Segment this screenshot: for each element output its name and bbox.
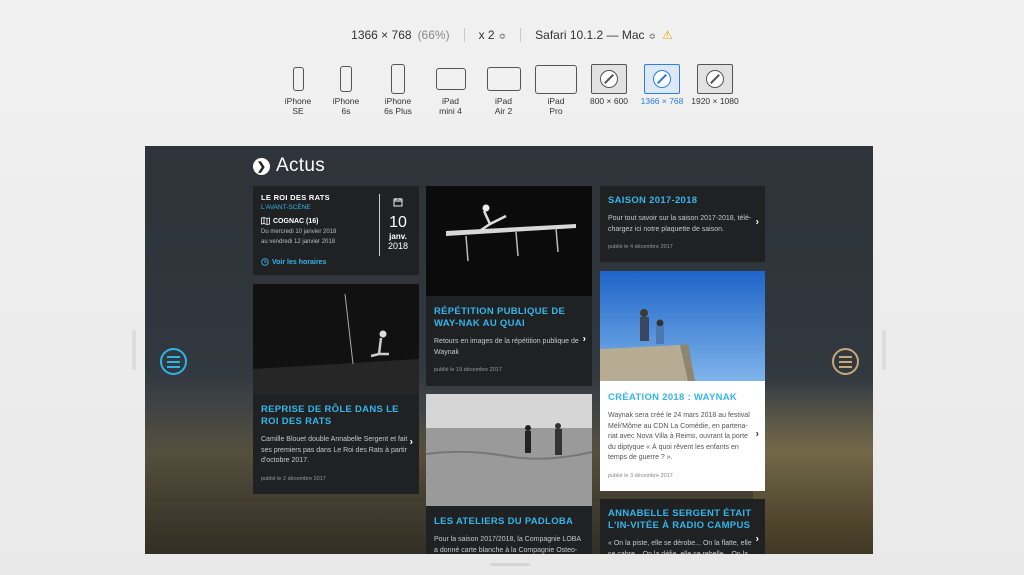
resize-handle-left[interactable]: [132, 330, 136, 370]
news-date: publié le 3 décembre 2017: [608, 472, 673, 479]
news-excerpt: « On la piste, elle se dérobe... On la f…: [608, 540, 752, 554]
chevron-updown-icon: ≎: [498, 31, 507, 41]
news-body: ANNABELLE SERGENT ÉTAIT L'IN-VITÉE À RAD…: [600, 499, 765, 554]
news-image: [600, 271, 765, 381]
device-iphone-6s-plus[interactable]: iPhone 6s Plus: [372, 62, 424, 122]
iphone-icon: [340, 66, 352, 92]
news-image: [426, 186, 592, 296]
ipad-icon: [486, 67, 521, 91]
zoom-percentage: (66%): [417, 28, 450, 42]
news-title: CRÉATION 2018 : WAYNAK: [608, 392, 738, 403]
event-card[interactable]: LE ROI DES RATS L'AVANT-SCÈNE COGNAC (16…: [253, 186, 419, 275]
divider: [379, 194, 380, 256]
ipad-icon: [435, 68, 466, 90]
map-icon: [261, 217, 270, 225]
news-body: SAISON 2017-2018 Pour tout savoir sur la…: [600, 186, 765, 258]
news-excerpt: Pour la saison 2017/2018, la Compagnie L…: [434, 536, 581, 554]
news-excerpt: Waynak sera créé le 24 mars 2018 au fest…: [608, 412, 750, 461]
iphone-icon: [292, 67, 304, 91]
event-date: 10 janv. 2018: [383, 194, 413, 251]
iphone-icon: [391, 64, 405, 94]
responsive-toolbar: 1366 × 768 (66%) x 2 ≎ Safari 10.1.2 — Ma…: [0, 24, 1024, 46]
device-iphone-6s[interactable]: iPhone 6s: [320, 62, 372, 122]
user-agent-select[interactable]: Safari 10.1.2 — Mac ≎: [535, 28, 656, 42]
device-ipad-mini[interactable]: iPad mini 4: [424, 62, 477, 122]
device-ipad-pro[interactable]: iPad Pro: [530, 62, 582, 122]
news-date: publié le 19 décembre 2017: [434, 367, 502, 373]
news-card-reprise[interactable]: REPRISE DE RÔLE DANS LE ROI DES RATS Cam…: [253, 284, 419, 494]
safari-icon: [697, 64, 733, 94]
menu-icon[interactable]: [832, 348, 859, 375]
news-body: RÉPÉTITION PUBLIQUE DE WAY-NAK AU QUAI R…: [426, 296, 592, 381]
news-body: REPRISE DE RÔLE DANS LE ROI DES RATS Cam…: [253, 394, 419, 490]
chevron-updown-icon: ≎: [648, 31, 657, 41]
calendar-icon: [393, 198, 403, 207]
viewport-size: 1366 × 768: [351, 28, 412, 42]
news-card-ateliers[interactable]: LES ATELIERS DU PADLOBA Pour la saison 2…: [426, 394, 592, 554]
arrow-right-icon: ❯: [253, 157, 270, 175]
warning-icon[interactable]: ⚠: [662, 28, 673, 42]
news-body: LES ATELIERS DU PADLOBA Pour la saison 2…: [426, 506, 592, 554]
news-date: publié le 4 décembre 2017: [608, 244, 673, 250]
news-title: LES ATELIERS DU PADLOBA: [434, 516, 574, 527]
ipad-icon: [535, 64, 577, 94]
news-card-creation[interactable]: CRÉATION 2018 : WAYNAK Waynak sera créé …: [600, 271, 765, 491]
news-title: REPRISE DE RÔLE DANS LE ROI DES RATS: [261, 404, 399, 427]
device-ipad-air[interactable]: iPad Air 2: [477, 62, 530, 122]
device-iphone-se[interactable]: iPhone SE: [276, 62, 320, 122]
news-card-repetition[interactable]: RÉPÉTITION PUBLIQUE DE WAY-NAK AU QUAI R…: [426, 186, 592, 386]
divider: [520, 28, 522, 42]
pixel-ratio-select[interactable]: x 2 ≎: [479, 28, 507, 42]
clock-icon: [261, 258, 269, 266]
divider: [463, 28, 465, 42]
page-title: ❯ Actus: [253, 155, 325, 177]
news-excerpt: Camille Blouet double Annabelle Sergent …: [261, 436, 408, 464]
device-1366x768[interactable]: 1366 × 768: [636, 62, 688, 122]
news-body: CRÉATION 2018 : WAYNAK Waynak sera créé …: [600, 381, 765, 487]
news-image: [253, 284, 419, 394]
view-hours-link[interactable]: Voir les horaires: [261, 258, 326, 266]
menu-icon[interactable]: [160, 348, 187, 375]
news-image: [426, 394, 592, 506]
news-title: SAISON 2017-2018: [608, 195, 698, 206]
news-excerpt: Retours en images de la répétition publi…: [434, 338, 579, 356]
background-photo: [753, 384, 873, 554]
news-title: ANNABELLE SERGENT ÉTAIT L'IN-VITÉE À RAD…: [608, 508, 752, 531]
news-card-annabelle[interactable]: ANNABELLE SERGENT ÉTAIT L'IN-VITÉE À RAD…: [600, 499, 765, 554]
news-card-saison[interactable]: SAISON 2017-2018 Pour tout savoir sur la…: [600, 186, 765, 262]
device-1920x1080[interactable]: 1920 × 1080: [688, 62, 742, 122]
device-presets: iPhone SE iPhone 6s iPhone 6s Plus iPad mini…: [276, 62, 742, 122]
chevron-right-icon[interactable]: ›: [583, 333, 586, 344]
resize-handle-bottom[interactable]: [490, 563, 530, 566]
news-excerpt: Pour tout savoir sur la saison 2017-2018…: [608, 215, 752, 233]
device-800x600[interactable]: 800 × 600: [582, 62, 636, 122]
chevron-right-icon[interactable]: ›: [756, 534, 759, 545]
chevron-right-icon[interactable]: ›: [756, 428, 759, 439]
news-title: RÉPÉTITION PUBLIQUE DE WAY-NAK AU QUAI: [434, 306, 566, 329]
news-date: publié le 2 décembre 2017: [261, 475, 326, 482]
resize-handle-right[interactable]: [882, 330, 886, 370]
safari-icon: [591, 64, 627, 94]
safari-icon: [644, 64, 680, 94]
chevron-right-icon[interactable]: ›: [756, 217, 759, 228]
chevron-right-icon[interactable]: ›: [410, 436, 413, 447]
